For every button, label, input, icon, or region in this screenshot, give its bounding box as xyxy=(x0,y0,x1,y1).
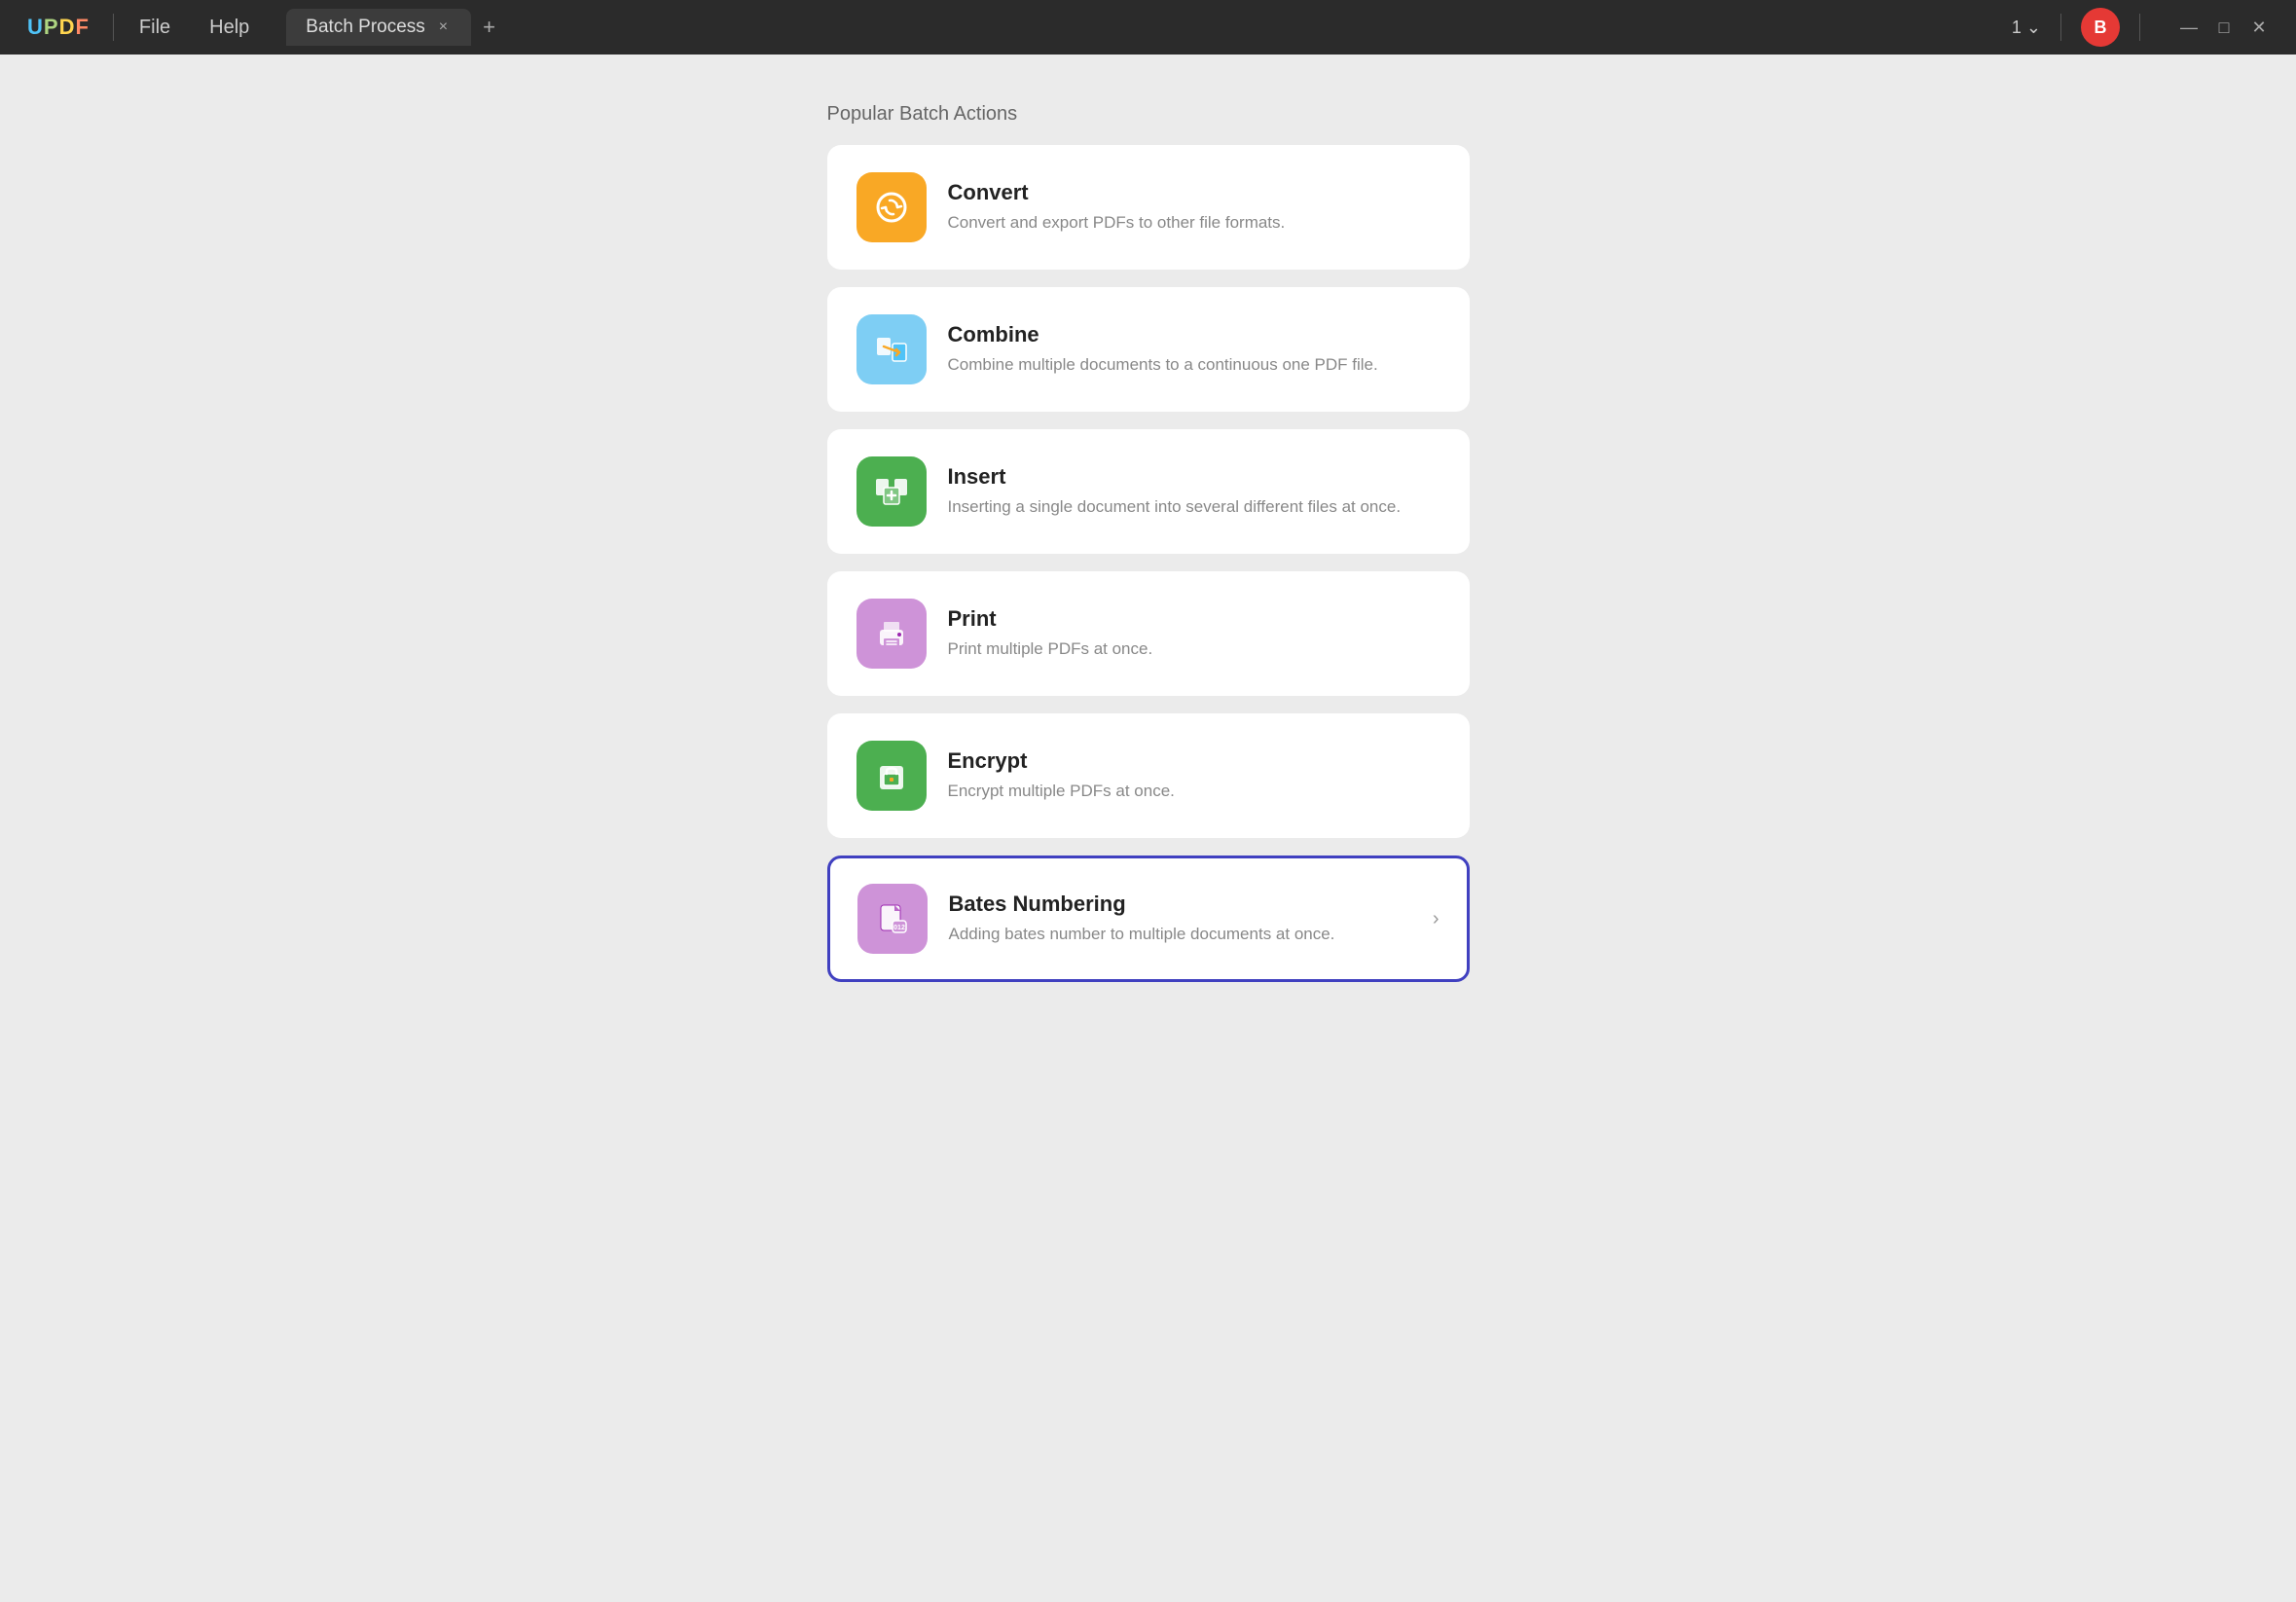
action-card-bates[interactable]: 012 Bates Numbering Adding bates number … xyxy=(827,856,1470,982)
tab-label: Batch Process xyxy=(306,17,425,38)
combine-text: Combine Combine multiple documents to a … xyxy=(948,322,1440,377)
action-card-encrypt[interactable]: Encrypt Encrypt multiple PDFs at once. xyxy=(827,713,1470,838)
updf-logo[interactable]: UPDF xyxy=(12,15,105,40)
encrypt-icon xyxy=(856,741,927,811)
tab-close-icon[interactable]: × xyxy=(435,17,452,38)
window-count[interactable]: 1 ⌄ xyxy=(2012,18,2041,38)
convert-title: Convert xyxy=(948,180,1440,205)
titlebar-right-divider2 xyxy=(2139,14,2140,41)
encrypt-desc: Encrypt multiple PDFs at once. xyxy=(948,780,1440,803)
minimize-button[interactable]: — xyxy=(2175,14,2203,41)
tab-batch-process[interactable]: Batch Process × xyxy=(286,9,471,46)
titlebar-menu: File Help xyxy=(122,11,267,45)
bates-text: Bates Numbering Adding bates number to m… xyxy=(949,892,1411,946)
close-button[interactable]: ✕ xyxy=(2245,14,2273,41)
new-tab-button[interactable]: + xyxy=(471,11,507,44)
bates-icon: 012 xyxy=(857,884,928,954)
print-desc: Print multiple PDFs at once. xyxy=(948,637,1440,661)
action-card-combine[interactable]: Combine Combine multiple documents to a … xyxy=(827,287,1470,412)
main-content: Popular Batch Actions Convert Convert an… xyxy=(0,55,2296,1602)
bates-title: Bates Numbering xyxy=(949,892,1411,917)
convert-desc: Convert and export PDFs to other file fo… xyxy=(948,211,1440,235)
insert-desc: Inserting a single document into several… xyxy=(948,495,1440,519)
insert-title: Insert xyxy=(948,464,1440,490)
combine-desc: Combine multiple documents to a continuo… xyxy=(948,353,1440,377)
encrypt-text: Encrypt Encrypt multiple PDFs at once. xyxy=(948,748,1440,803)
insert-icon xyxy=(856,456,927,527)
bates-chevron-icon: › xyxy=(1433,908,1440,930)
menu-help[interactable]: Help xyxy=(192,11,267,45)
bates-desc: Adding bates number to multiple document… xyxy=(949,923,1411,946)
svg-text:012: 012 xyxy=(893,925,905,931)
action-card-print[interactable]: Print Print multiple PDFs at once. xyxy=(827,571,1470,696)
menu-file[interactable]: File xyxy=(122,11,188,45)
titlebar-right: 1 ⌄ B — □ ✕ xyxy=(2012,8,2284,47)
window-controls: — □ ✕ xyxy=(2175,14,2273,41)
titlebar: UPDF File Help Batch Process × + 1 ⌄ B —… xyxy=(0,0,2296,55)
tab-bar: Batch Process × + xyxy=(286,9,2012,46)
convert-icon xyxy=(856,172,927,242)
convert-text: Convert Convert and export PDFs to other… xyxy=(948,180,1440,235)
action-card-insert[interactable]: Insert Inserting a single document into … xyxy=(827,429,1470,554)
titlebar-divider xyxy=(113,14,114,41)
combine-title: Combine xyxy=(948,322,1440,347)
titlebar-right-divider xyxy=(2060,14,2061,41)
action-card-convert[interactable]: Convert Convert and export PDFs to other… xyxy=(827,145,1470,270)
print-title: Print xyxy=(948,606,1440,632)
maximize-button[interactable]: □ xyxy=(2210,14,2238,41)
print-icon xyxy=(856,599,927,669)
insert-text: Insert Inserting a single document into … xyxy=(948,464,1440,519)
print-text: Print Print multiple PDFs at once. xyxy=(948,606,1440,661)
batch-container: Popular Batch Actions Convert Convert an… xyxy=(827,103,1470,1000)
updf-logo-text: UPDF xyxy=(27,15,90,40)
section-title: Popular Batch Actions xyxy=(827,103,1470,126)
encrypt-title: Encrypt xyxy=(948,748,1440,774)
user-avatar[interactable]: B xyxy=(2081,8,2120,47)
combine-icon xyxy=(856,314,927,384)
